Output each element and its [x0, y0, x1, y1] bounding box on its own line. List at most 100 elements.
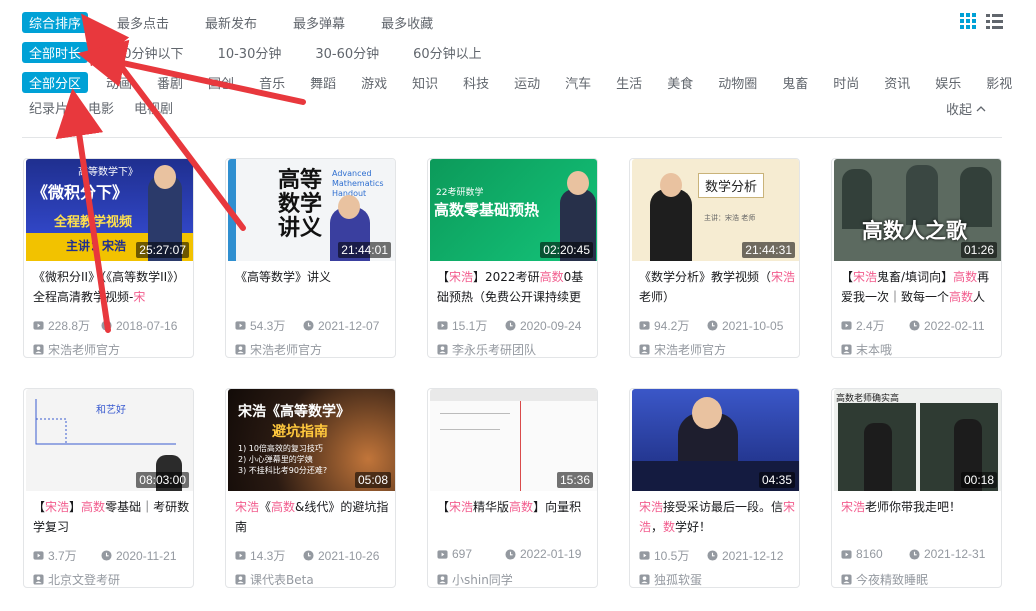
zone-option[interactable]: 时尚	[826, 72, 866, 93]
zone-option[interactable]: 纪录片	[22, 97, 75, 118]
uploader[interactable]: 李永乐考研团队	[437, 341, 536, 358]
duration-option-all[interactable]: 全部时长	[22, 42, 89, 63]
sort-option-newest[interactable]: 最新发布	[198, 12, 264, 33]
clock-icon	[505, 548, 516, 560]
duration-option-30-60[interactable]: 30-60分钟	[308, 42, 386, 63]
duration-badge: 08:03:00	[136, 472, 189, 488]
zone-option-all[interactable]: 全部分区	[22, 72, 89, 93]
zone-option[interactable]: 娱乐	[928, 72, 968, 93]
thumb-text: 高数人之歌	[862, 219, 967, 243]
video-thumbnail[interactable]: 宋浩《高等数学》 避坑指南 1) 10倍高效的复习技巧 2) 小心弹幕里的学姨 …	[228, 389, 395, 491]
zone-option[interactable]: 电视剧	[127, 97, 180, 118]
uploader[interactable]: 独孤软蛋	[639, 571, 702, 588]
sort-option-most-favorites[interactable]: 最多收藏	[374, 12, 440, 33]
video-card[interactable]: 15:36 【宋浩精华版高数】向量积 697 2022-01-19 小shin同…	[427, 388, 598, 588]
title-segment: 学好！	[675, 520, 712, 534]
duration-option-10-30[interactable]: 10-30分钟	[211, 42, 289, 63]
grid-view-icon[interactable]	[960, 13, 976, 29]
video-thumbnail[interactable]: 高等数学下》 《微积分下》 全程教学视频 主讲：宋浩 25:27:07	[26, 159, 193, 261]
sort-option-comprehensive[interactable]: 综合排序	[22, 12, 89, 33]
zone-option[interactable]: 番剧	[150, 72, 190, 93]
zone-option[interactable]: 电影	[81, 97, 121, 118]
uploader-name: 末本哦	[856, 343, 893, 357]
zone-option[interactable]: 音乐	[252, 72, 292, 93]
video-thumbnail[interactable]: 高数老师确实高 00:18	[834, 389, 1001, 491]
video-thumbnail[interactable]: 数学分析 主讲：宋浩 老师 21:44:31	[632, 159, 799, 261]
zone-option[interactable]: 游戏	[354, 72, 394, 93]
uploader-name: 宋浩老师官方	[654, 343, 727, 357]
video-title[interactable]: 【宋浩】2022考研高数0基础预热（免费公开课持续更	[437, 267, 595, 307]
uploader[interactable]: 宋浩老师官方	[235, 341, 322, 358]
zone-option[interactable]: 美食	[660, 72, 700, 93]
title-segment: 鬼畜/填词向】	[877, 270, 954, 284]
duration-option-under-10[interactable]: 10分钟以下	[108, 42, 191, 63]
sort-option-most-clicks[interactable]: 最多点击	[110, 12, 176, 33]
title-segment: 人	[973, 290, 986, 304]
video-thumbnail[interactable]: 22考研数学 高数零基础预热 02:20:45	[430, 159, 597, 261]
video-card[interactable]: 宋浩《高等数学》 避坑指南 1) 10倍高效的复习技巧 2) 小心弹幕里的学姨 …	[225, 388, 396, 588]
video-card[interactable]: 和艺好 08:03:00 【宋浩】高数零基础｜考研数学复习 3.7万 2020-…	[23, 388, 194, 588]
zone-option[interactable]: 动画	[99, 72, 139, 93]
video-card[interactable]: 22考研数学 高数零基础预热 02:20:45 【宋浩】2022考研高数0基础预…	[427, 158, 598, 358]
video-title[interactable]: 《高等数学》讲义	[235, 267, 393, 307]
title-segment: 宋浩	[771, 270, 796, 284]
zone-option[interactable]: 知识	[405, 72, 445, 93]
zone-option[interactable]: 生活	[609, 72, 649, 93]
video-title[interactable]: 【宋浩鬼畜/填词向】高数再爱我一次｜致每一个高数人	[841, 267, 999, 307]
zone-option[interactable]: 国创	[201, 72, 241, 93]
thumb-line: 1) 10倍高效的复习技巧	[238, 444, 323, 453]
zone-filter-row-2: 纪录片 电影 电视剧	[22, 97, 186, 118]
video-title[interactable]: 《数学分析》教学视频（宋浩 老师）	[639, 267, 797, 307]
zone-option[interactable]: 汽车	[558, 72, 598, 93]
view-count-value: 2.4万	[856, 319, 885, 333]
zone-option[interactable]: 科技	[456, 72, 496, 93]
uploader-icon	[235, 344, 246, 355]
uploader[interactable]: 末本哦	[841, 341, 892, 358]
zone-option[interactable]: 影视	[979, 72, 1019, 93]
sort-option-most-danmaku[interactable]: 最多弹幕	[286, 12, 352, 33]
video-thumbnail[interactable]: 高等数学讲义 Advanced Mathematics Handout 21:4…	[228, 159, 395, 261]
uploader[interactable]: 今夜精致睡眠	[841, 571, 928, 588]
title-segment: 老师你带我走吧！	[865, 500, 962, 514]
thumb-subtext: Advanced Mathematics Handout	[332, 169, 384, 198]
video-card[interactable]: 高等数学讲义 Advanced Mathematics Handout 21:4…	[225, 158, 396, 358]
zone-option[interactable]: 鬼畜	[775, 72, 815, 93]
video-title[interactable]: 宋浩接受采访最后一段。信宋浩，数学好！	[639, 497, 797, 537]
thumb-subtext: 全程教学视频	[54, 215, 133, 230]
zone-option[interactable]: 运动	[507, 72, 547, 93]
video-title[interactable]: 【宋浩精华版高数】向量积	[437, 497, 595, 537]
video-thumbnail[interactable]: 高数人之歌 01:26	[834, 159, 1001, 261]
video-title[interactable]: 《微积分II》（《高等数学II》）全程高清教学视频-宋	[33, 267, 191, 307]
uploader[interactable]: 小shin同学	[437, 571, 513, 588]
video-card[interactable]: 04:35 宋浩接受采访最后一段。信宋浩，数学好！ 10.5万 2021-12-…	[629, 388, 800, 588]
duration-option-over-60[interactable]: 60分钟以上	[406, 42, 489, 63]
view-count-value: 697	[452, 547, 473, 561]
video-card[interactable]: 高数人之歌 01:26 【宋浩鬼畜/填词向】高数再爱我一次｜致每一个高数人 2.…	[831, 158, 1002, 358]
zone-option[interactable]: 动物圈	[711, 72, 764, 93]
list-view-icon[interactable]	[986, 13, 1003, 29]
uploader[interactable]: 宋浩老师官方	[639, 341, 726, 358]
uploader[interactable]: 课代表Beta	[235, 571, 314, 588]
video-card[interactable]: 高等数学下》 《微积分下》 全程教学视频 主讲：宋浩 25:27:07 《微积分…	[23, 158, 194, 358]
video-title[interactable]: 【宋浩】高数零基础｜考研数学复习	[33, 497, 191, 537]
title-segment: 宋浩	[639, 500, 664, 514]
zone-option[interactable]: 资讯	[877, 72, 917, 93]
uploader[interactable]: 北京文登考研	[33, 571, 120, 588]
collapse-button[interactable]: 收起	[946, 99, 986, 118]
video-thumbnail[interactable]: 15:36	[430, 389, 597, 491]
duration-filter-row: 全部时长 10分钟以下 10-30分钟 30-60分钟 60分钟以上	[22, 42, 509, 63]
zone-option[interactable]: 舞蹈	[303, 72, 343, 93]
video-thumbnail[interactable]: 04:35	[632, 389, 799, 491]
video-stats: 15.1万 2020-09-24	[437, 317, 581, 334]
duration-badge: 25:27:07	[136, 242, 189, 258]
video-title[interactable]: 宋浩老师你带我走吧！	[841, 497, 999, 537]
video-thumbnail[interactable]: 和艺好 08:03:00	[26, 389, 193, 491]
video-card[interactable]: 数学分析 主讲：宋浩 老师 21:44:31 《数学分析》教学视频（宋浩 老师）…	[629, 158, 800, 358]
video-title[interactable]: 宋浩《高数&线代》的避坑指南	[235, 497, 393, 537]
title-segment: 《数学分析》教学视频（	[639, 270, 772, 284]
video-card[interactable]: 高数老师确实高 00:18 宋浩老师你带我走吧！ 8160 2021-12-31…	[831, 388, 1002, 588]
uploader[interactable]: 宋浩老师官方	[33, 341, 120, 358]
publish-date: 2018-07-16	[101, 319, 201, 333]
uploader-icon	[639, 344, 650, 355]
video-stats: 94.2万 2021-10-05	[639, 317, 783, 334]
